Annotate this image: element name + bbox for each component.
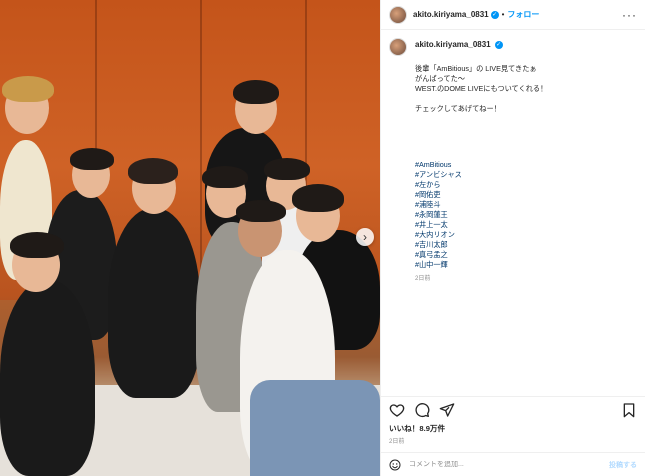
person-hair <box>292 184 344 212</box>
person-hair <box>2 76 54 102</box>
caption-line <box>415 94 547 104</box>
avatar[interactable] <box>389 5 407 24</box>
post-timestamp[interactable]: 2日前 <box>389 436 404 445</box>
post-comment-button[interactable]: 投稿する <box>609 460 637 470</box>
verified-badge-icon: ✓ <box>490 10 499 19</box>
separator-dot: • <box>501 10 505 19</box>
chevron-right-icon: › <box>363 230 367 244</box>
person-hair <box>264 158 310 180</box>
hashtag-link[interactable]: #AmBitious <box>415 160 547 170</box>
post-modal: › akito.kiriyama_0831 ✓ • フォロー ··· akito… <box>0 0 645 476</box>
more-options-icon[interactable]: ··· <box>622 8 637 22</box>
comment-bar: 投稿する <box>381 452 645 476</box>
next-photo-button[interactable]: › <box>356 228 374 246</box>
hashtag-link[interactable]: #山中一輝 <box>415 260 547 270</box>
hashtag-link[interactable]: #井上一太 <box>415 220 547 230</box>
person-hair <box>70 148 114 170</box>
wall-seam <box>200 0 202 290</box>
comment-input[interactable] <box>409 461 609 468</box>
caption-line: チェックしてあげてねー！ <box>415 104 501 113</box>
heart-icon[interactable] <box>389 402 405 418</box>
like-count[interactable]: いいね！8.9万件 <box>389 423 445 434</box>
emoji-icon[interactable] <box>389 459 401 471</box>
bookmark-icon[interactable] <box>621 402 637 418</box>
hashtag-link[interactable]: #岡佑吏 <box>415 190 547 200</box>
hashtag-link[interactable]: #浦陸斗 <box>415 200 547 210</box>
hashtag-link[interactable]: #永岡蓮王 <box>415 210 547 220</box>
header-username[interactable]: akito.kiriyama_0831 <box>413 10 489 19</box>
person-hair <box>202 166 248 188</box>
hashtag-link[interactable]: #吉川太郎 <box>415 240 547 250</box>
person-hair <box>128 158 178 184</box>
hashtag-link[interactable]: #大内リオン <box>415 230 547 240</box>
avatar[interactable] <box>389 38 407 56</box>
caption-line: がんばってた〜 <box>415 74 465 83</box>
hashtag-link[interactable]: #真弓孟之 <box>415 250 547 260</box>
caption-username[interactable]: akito.kiriyama_0831 <box>415 40 491 49</box>
post-side-panel: akito.kiriyama_0831 ✓ • フォロー ··· akito.k… <box>380 0 645 476</box>
person-hair <box>236 200 286 222</box>
share-icon[interactable] <box>439 402 455 418</box>
person <box>0 280 95 476</box>
person-hair <box>10 232 64 258</box>
person-hair <box>233 80 279 104</box>
caption-time: 2日前 <box>415 276 431 282</box>
caption-line: WEST.のDOME LIVEにもついてくれる！ <box>415 84 548 93</box>
action-bar <box>381 396 645 422</box>
verified-badge-icon: ✓ <box>494 41 503 49</box>
caption-line: 後輩「AmBitious」の LIVE見てきたぁ <box>415 64 537 73</box>
person-jeans <box>250 380 380 476</box>
post-header: akito.kiriyama_0831 ✓ • フォロー ··· <box>381 0 645 30</box>
comment-icon[interactable] <box>414 402 430 418</box>
caption-row: akito.kiriyama_0831 ✓ 後輩「AmBitious」の LIV… <box>389 38 637 284</box>
hashtag-link[interactable]: #アンビシャス <box>415 170 547 180</box>
caption-area: akito.kiriyama_0831 ✓ 後輩「AmBitious」の LIV… <box>381 30 645 390</box>
post-photo[interactable]: › <box>0 0 380 476</box>
caption-body: akito.kiriyama_0831 ✓ 後輩「AmBitious」の LIV… <box>415 40 547 284</box>
person <box>108 208 200 398</box>
hashtag-link[interactable]: #左から <box>415 180 547 190</box>
follow-button[interactable]: フォロー <box>507 9 539 20</box>
